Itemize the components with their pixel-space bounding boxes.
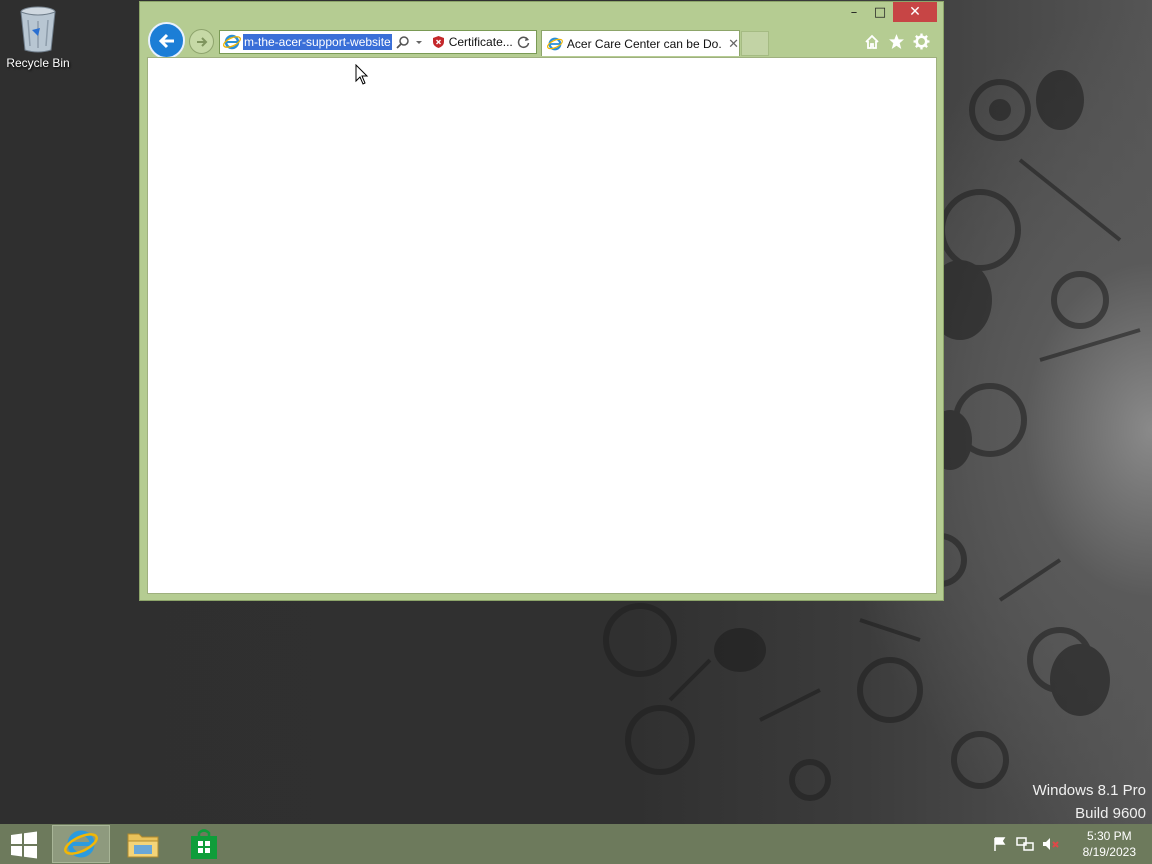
close-button[interactable]: ✕ (893, 2, 937, 22)
back-button[interactable] (148, 22, 185, 59)
taskbar-file-explorer[interactable] (114, 825, 172, 863)
address-bar[interactable]: m-the-acer-support-website Certificate..… (219, 30, 537, 54)
recycle-bin-label: Recycle Bin (6, 56, 70, 70)
file-explorer-icon (127, 833, 159, 858)
maximize-button[interactable]: □ (867, 2, 893, 22)
shield-error-icon (432, 36, 444, 48)
refresh-icon[interactable] (517, 35, 531, 49)
recycle-bin-icon (20, 6, 56, 53)
url-text[interactable]: m-the-acer-support-website (243, 34, 392, 50)
favorites-star-icon[interactable] (887, 32, 906, 51)
forward-button[interactable] (189, 29, 214, 54)
page-content[interactable] (147, 57, 937, 594)
settings-gear-icon[interactable] (912, 32, 931, 51)
action-center-flag-icon[interactable] (992, 836, 1008, 852)
clock-date: 8/19/2023 (1082, 845, 1136, 859)
internet-explorer-icon (64, 830, 98, 858)
back-arrow-icon (158, 33, 174, 48)
watermark-edition: Windows 8.1 Pro (1032, 782, 1146, 799)
mouse-cursor-icon (355, 64, 369, 85)
start-button[interactable] (10, 831, 38, 859)
ie-page-icon (223, 34, 241, 50)
browser-toolbar (862, 32, 931, 51)
taskbar-store[interactable] (175, 825, 233, 863)
minimize-button[interactable]: – (841, 2, 867, 22)
windows-logo-icon (11, 831, 37, 859)
system-tray (992, 836, 1060, 852)
address-tools (396, 35, 424, 49)
recycle-bin[interactable]: Recycle Bin (4, 6, 72, 78)
tab-close-icon[interactable]: ✕ (728, 36, 739, 52)
volume-muted-icon[interactable] (1042, 836, 1060, 852)
new-tab-button[interactable] (741, 31, 769, 56)
search-icon[interactable] (396, 35, 410, 49)
tab-active[interactable]: Acer Care Center can be Do... ✕ (541, 30, 740, 56)
tab-title: Acer Care Center can be Do... (566, 36, 723, 51)
watermark-build: Build 9600 (1075, 805, 1146, 822)
clock-time: 5:30 PM (1086, 829, 1132, 843)
certificate-label: Certificate... (448, 35, 513, 49)
certificate-error-indicator[interactable]: Certificate... (432, 35, 513, 49)
taskbar: 5:30 PM 8/19/2023 (0, 824, 1152, 864)
internet-explorer-window[interactable]: – □ ✕ m-the-acer-support-website Certifi… (139, 1, 944, 601)
chevron-down-icon[interactable] (414, 37, 424, 47)
forward-arrow-icon (196, 36, 207, 47)
network-icon[interactable] (1016, 836, 1034, 852)
taskbar-internet-explorer[interactable] (52, 825, 110, 863)
home-icon[interactable] (862, 32, 881, 51)
ie-tab-icon (547, 37, 563, 50)
window-controls: – □ ✕ (841, 2, 937, 24)
store-icon (191, 829, 217, 859)
os-watermark: Windows 8.1 Pro Build 9600 (1033, 779, 1146, 825)
taskbar-clock[interactable]: 5:30 PM 8/19/2023 (1083, 828, 1136, 860)
